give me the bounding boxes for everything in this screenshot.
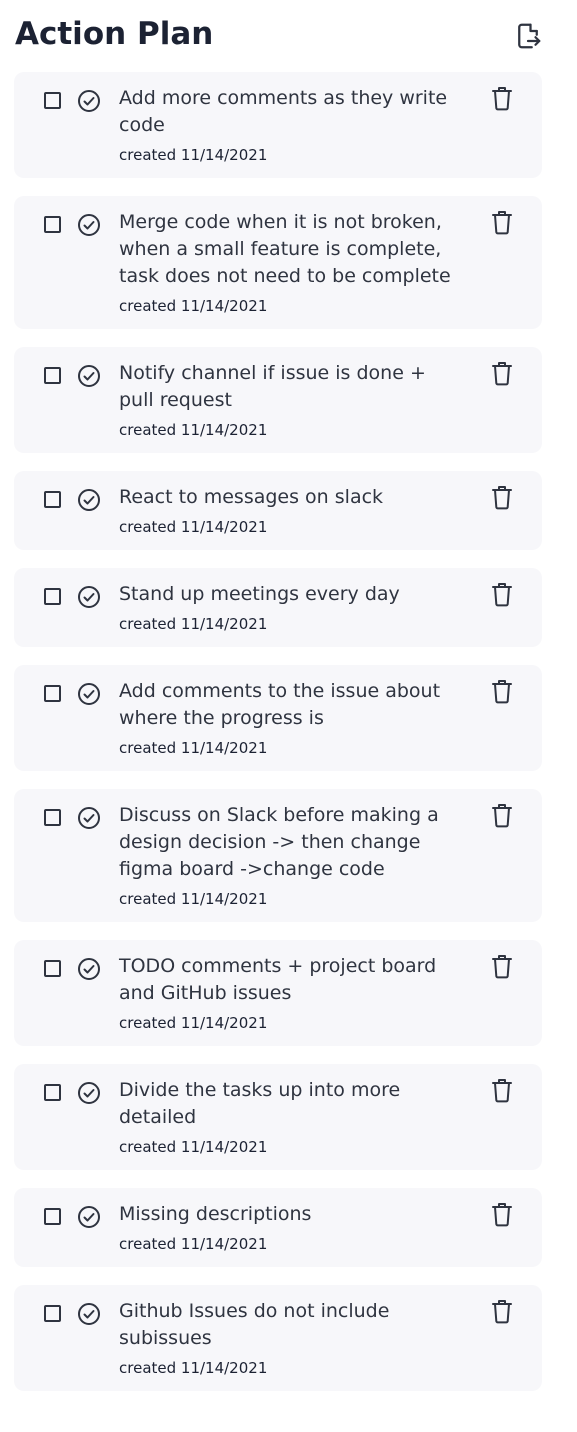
task-checkbox[interactable] xyxy=(44,588,61,605)
task-created-date: created 11/14/2021 xyxy=(119,421,268,439)
task-text: Merge code when it is not broken, when a… xyxy=(119,211,451,287)
task-card: Stand up meetings every day created 11/1… xyxy=(14,568,542,647)
page-title: Action Plan xyxy=(15,16,214,52)
task-text: TODO comments + project board and GitHub… xyxy=(119,955,437,1004)
trash-icon[interactable] xyxy=(490,85,514,111)
page-header: Action Plan xyxy=(15,10,545,60)
trash-icon[interactable] xyxy=(490,484,514,510)
task-text: Notify channel if issue is done + pull r… xyxy=(119,362,426,411)
task-content: TODO comments + project board and GitHub… xyxy=(119,953,464,1033)
trash-icon[interactable] xyxy=(490,581,514,607)
export-file-icon xyxy=(518,23,541,49)
trash-icon[interactable] xyxy=(490,360,514,386)
task-checkbox[interactable] xyxy=(44,1084,61,1101)
task-content: Github Issues do not include subissues c… xyxy=(119,1298,464,1378)
task-card: TODO comments + project board and GitHub… xyxy=(14,940,542,1046)
task-content: Notify channel if issue is done + pull r… xyxy=(119,360,464,440)
task-content: Missing descriptions created 11/14/2021 xyxy=(119,1201,464,1254)
task-created-date: created 11/14/2021 xyxy=(119,518,268,536)
trash-icon[interactable] xyxy=(490,1077,514,1103)
task-text: React to messages on slack xyxy=(119,486,384,508)
task-text: Add comments to the issue about where th… xyxy=(119,680,441,729)
task-card: Discuss on Slack before making a design … xyxy=(14,789,542,922)
task-content: React to messages on slack created 11/14… xyxy=(119,484,464,537)
task-content: Add more comments as they write code cre… xyxy=(119,85,464,165)
task-card: Merge code when it is not broken, when a… xyxy=(14,196,542,329)
task-checkbox[interactable] xyxy=(44,809,61,826)
task-created-date: created 11/14/2021 xyxy=(119,739,268,757)
task-created-date: created 11/14/2021 xyxy=(119,890,268,908)
task-created-date: created 11/14/2021 xyxy=(119,615,268,633)
trash-icon[interactable] xyxy=(490,209,514,235)
check-circle-icon[interactable] xyxy=(77,1302,101,1326)
trash-icon[interactable] xyxy=(490,1298,514,1324)
task-card: Missing descriptions created 11/14/2021 xyxy=(14,1188,542,1267)
trash-icon[interactable] xyxy=(490,953,514,979)
trash-icon[interactable] xyxy=(490,1201,514,1227)
task-content: Divide the tasks up into more detailed c… xyxy=(119,1077,464,1157)
task-checkbox[interactable] xyxy=(44,960,61,977)
check-circle-icon[interactable] xyxy=(77,364,101,388)
task-created-date: created 11/14/2021 xyxy=(119,146,268,164)
task-created-date: created 11/14/2021 xyxy=(119,1138,268,1156)
trash-icon[interactable] xyxy=(490,678,514,704)
task-card: React to messages on slack created 11/14… xyxy=(14,471,542,550)
check-circle-icon[interactable] xyxy=(77,89,101,113)
check-circle-icon[interactable] xyxy=(77,213,101,237)
task-checkbox[interactable] xyxy=(44,1208,61,1225)
task-created-date: created 11/14/2021 xyxy=(119,1235,268,1253)
check-circle-icon[interactable] xyxy=(77,585,101,609)
task-content: Add comments to the issue about where th… xyxy=(119,678,464,758)
task-card: Divide the tasks up into more detailed c… xyxy=(14,1064,542,1170)
task-card: Add more comments as they write code cre… xyxy=(14,72,542,178)
check-circle-icon[interactable] xyxy=(77,806,101,830)
task-checkbox[interactable] xyxy=(44,367,61,384)
check-circle-icon[interactable] xyxy=(77,488,101,512)
task-card: Notify channel if issue is done + pull r… xyxy=(14,347,542,453)
task-created-date: created 11/14/2021 xyxy=(119,1359,268,1377)
task-checkbox[interactable] xyxy=(44,216,61,233)
task-text: Stand up meetings every day xyxy=(119,583,400,605)
check-circle-icon[interactable] xyxy=(77,957,101,981)
task-text: Discuss on Slack before making a design … xyxy=(119,804,439,880)
task-text: Github Issues do not include subissues xyxy=(119,1300,390,1349)
task-list: Add more comments as they write code cre… xyxy=(14,72,542,1409)
task-created-date: created 11/14/2021 xyxy=(119,297,268,315)
check-circle-icon[interactable] xyxy=(77,682,101,706)
task-text: Add more comments as they write code xyxy=(119,87,448,136)
task-created-date: created 11/14/2021 xyxy=(119,1014,268,1032)
check-circle-icon[interactable] xyxy=(77,1205,101,1229)
trash-icon[interactable] xyxy=(490,802,514,828)
task-checkbox[interactable] xyxy=(44,491,61,508)
task-checkbox[interactable] xyxy=(44,92,61,109)
task-text: Divide the tasks up into more detailed xyxy=(119,1079,401,1128)
task-text: Missing descriptions xyxy=(119,1203,312,1225)
check-circle-icon[interactable] xyxy=(77,1081,101,1105)
task-checkbox[interactable] xyxy=(44,1305,61,1322)
task-content: Merge code when it is not broken, when a… xyxy=(119,209,464,316)
task-content: Stand up meetings every day created 11/1… xyxy=(119,581,464,634)
task-content: Discuss on Slack before making a design … xyxy=(119,802,464,909)
task-card: Add comments to the issue about where th… xyxy=(14,665,542,771)
export-button[interactable] xyxy=(511,19,545,53)
task-checkbox[interactable] xyxy=(44,685,61,702)
task-card: Github Issues do not include subissues c… xyxy=(14,1285,542,1391)
